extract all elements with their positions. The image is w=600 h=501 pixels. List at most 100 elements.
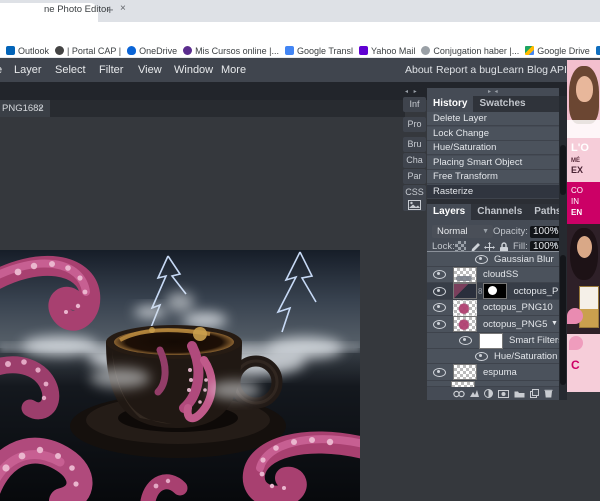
bookmark-conjugation[interactable]: Conjugation haber |... [421, 46, 519, 56]
ad-flower [567, 308, 583, 324]
ad-line2: EX [571, 165, 583, 175]
layer-row-smart-filters[interactable]: Smart Filters [427, 333, 559, 349]
bookmark-onedrive[interactable]: OneDrive [127, 46, 177, 56]
bookmark-google-translate[interactable]: Google Transl [285, 46, 353, 56]
tab-layers[interactable]: Layers [427, 204, 471, 220]
document-tab-bar [0, 100, 405, 117]
link-about[interactable]: About [405, 58, 432, 82]
layer-row-cloudss[interactable]: cloudSS [427, 267, 559, 283]
visibility-eye-icon[interactable] [475, 352, 488, 361]
layer-style-icon[interactable] [470, 389, 479, 398]
visibility-eye-icon[interactable] [433, 287, 446, 296]
link-api[interactable]: API [550, 58, 567, 82]
ad-brand-logo: L'O [571, 142, 589, 154]
browser-toolbar: photopea.com ◉ ☆ D [0, 22, 600, 44]
image-icon [408, 200, 421, 210]
tab-history[interactable]: History [427, 96, 473, 112]
layer-row-octopus-png5[interactable]: octopus_PNG5 [427, 316, 559, 333]
layer-thumbnail[interactable] [453, 364, 477, 380]
layer-thumbnail[interactable] [453, 267, 477, 283]
adjustment-layer-icon[interactable] [484, 389, 493, 398]
ad-product-box [579, 286, 599, 328]
portal-icon [55, 46, 64, 55]
layer-thumbnail[interactable] [453, 316, 477, 332]
panel-tab-character[interactable]: Cha [403, 153, 426, 168]
layers-opacity-label: Opacity: [493, 226, 528, 237]
menu-image-clipped[interactable]: e [0, 58, 2, 82]
advertisement[interactable]: L'O MÉ EX CO IN EN C [567, 60, 600, 392]
history-step-delete-layer[interactable]: Delete Layer [427, 112, 559, 126]
layer-row-octopus-png10[interactable]: octopus_PNG10 [427, 300, 559, 316]
menu-layer[interactable]: Layer [14, 58, 42, 82]
panel-collapse-arrows-icon[interactable]: ▸ ◂ [488, 88, 499, 95]
document-tab-close-icon[interactable]: × [38, 100, 43, 117]
ad-photo-top [567, 60, 600, 138]
new-group-icon[interactable] [514, 390, 525, 398]
mask-link-icon[interactable]: 8 [478, 287, 482, 296]
menu-view[interactable]: View [138, 58, 162, 82]
smart-filters-collapse-icon[interactable]: ▼ [551, 320, 558, 327]
visibility-eye-icon[interactable] [433, 368, 446, 377]
panel-tab-histogram[interactable] [403, 197, 426, 211]
menu-more[interactable]: More [221, 58, 246, 82]
history-panel-tabs: History Swatches [427, 96, 559, 112]
ad-footer-area: C [567, 334, 600, 392]
link-report-a-bug[interactable]: Report a bug [436, 58, 497, 82]
history-step-lock-change[interactable]: Lock Change [427, 127, 559, 141]
layer-thumbnail[interactable] [453, 283, 477, 299]
yammer-icon [596, 46, 600, 55]
bookmark-mis-cursos[interactable]: Mis Cursos online |... [183, 46, 279, 56]
tab-channels[interactable]: Channels [471, 204, 528, 220]
layers-scrollbar-thumb[interactable] [560, 255, 566, 385]
link-learn[interactable]: Learn [497, 58, 524, 82]
tab-close-icon[interactable]: × [120, 3, 126, 14]
menu-select[interactable]: Select [55, 58, 86, 82]
layer-thumbnail[interactable] [453, 300, 477, 316]
canvas-image[interactable] [0, 250, 360, 501]
visibility-eye-icon[interactable] [433, 270, 446, 279]
visibility-eye-icon[interactable] [459, 336, 472, 345]
menu-window[interactable]: Window [174, 58, 213, 82]
ad-band-line2: IN [571, 197, 579, 206]
bookmark-google-drive[interactable]: Google Drive [525, 46, 590, 56]
new-layer-icon[interactable] [530, 389, 539, 398]
smart-filter-thumbnail[interactable] [479, 333, 503, 349]
lock-position-icon[interactable] [484, 240, 495, 251]
panel-tab-info[interactable]: Inf [403, 97, 426, 112]
bookmark-outlook[interactable]: Outlook [6, 46, 49, 56]
layer-row-filter-hue-saturation[interactable]: Hue/Saturation [427, 349, 559, 364]
bookmark-yammer[interactable]: Yammer [596, 46, 600, 56]
layer-thumbnail[interactable] [451, 381, 475, 387]
strip-collapse-arrows-icon[interactable]: ◂ ▸ [405, 88, 419, 95]
bookmark-yahoo-mail[interactable]: Yahoo Mail [359, 46, 415, 56]
layer-row-espuma[interactable]: espuma [427, 364, 559, 381]
history-scrollbar-thumb[interactable] [560, 145, 566, 195]
visibility-eye-icon[interactable] [433, 320, 446, 329]
lock-pixels-icon[interactable] [470, 240, 481, 251]
link-layers-icon[interactable] [453, 390, 465, 398]
visibility-eye-icon[interactable] [475, 255, 488, 264]
new-tab-button[interactable]: + [106, 2, 114, 17]
layer-row-filter-gaussian-blur[interactable]: Gaussian Blur [427, 252, 559, 267]
add-mask-icon[interactable] [498, 390, 509, 398]
panel-tab-brush[interactable]: Bru [403, 137, 426, 152]
lock-all-icon[interactable] [499, 240, 510, 251]
tab-swatches[interactable]: Swatches [473, 96, 531, 112]
panel-tab-paragraph[interactable]: Par [403, 169, 426, 184]
panel-tab-properties[interactable]: Pro [403, 117, 426, 132]
canvas-area[interactable] [0, 117, 405, 400]
link-blog[interactable]: Blog [527, 58, 548, 82]
delete-layer-icon[interactable] [544, 389, 553, 398]
blend-mode-dropdown[interactable]: Normal▼ [432, 225, 493, 238]
history-step-placing-smart-object[interactable]: Placing Smart Object [427, 156, 559, 170]
translate-icon [285, 46, 294, 55]
photopea-menu-bar: e Layer Select Filter View Window More A… [0, 58, 600, 82]
bookmark-portal-cap[interactable]: | Portal CAP | [55, 46, 121, 56]
history-step-hue-saturation[interactable]: Hue/Saturation [427, 141, 559, 155]
history-step-free-transform[interactable]: Free Transform [427, 170, 559, 184]
menu-filter[interactable]: Filter [99, 58, 123, 82]
layer-row-octopus-png10-masked[interactable]: 8 octopus_PNG10 [427, 283, 559, 300]
history-step-rasterize[interactable]: Rasterize [427, 185, 559, 199]
visibility-eye-icon[interactable] [433, 303, 446, 312]
layer-mask-thumbnail[interactable] [483, 283, 507, 299]
